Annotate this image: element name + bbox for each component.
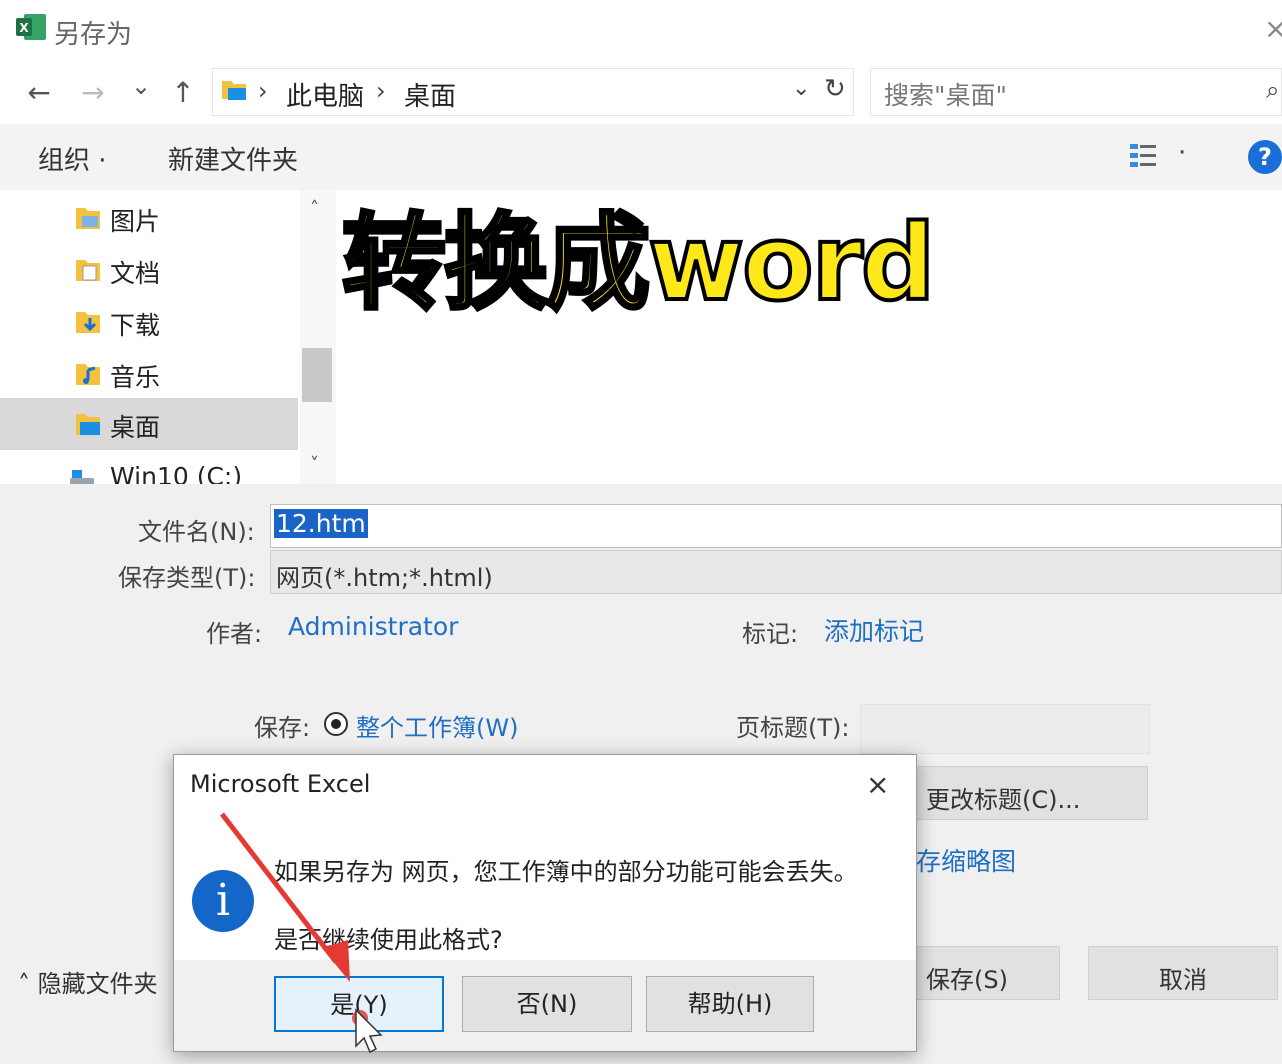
nav-item-label: 文档 — [110, 259, 161, 288]
nav-item-drive-c[interactable]: Win10 (C:) — [0, 452, 300, 484]
yes-button[interactable]: 是(Y) — [274, 976, 444, 1032]
navigation-pane: 图片 文档 下载 音乐 桌面 Win10 (C:) — [0, 190, 300, 484]
page-title-label: 页标题(T): — [736, 714, 850, 742]
nav-item-music[interactable]: 音乐 — [0, 348, 300, 400]
breadcrumb-desktop[interactable]: 桌面 — [404, 76, 456, 113]
nav-item-label: Win10 (C:) — [110, 462, 243, 484]
scroll-up-icon[interactable]: ˄ — [310, 198, 319, 219]
nav-item-downloads[interactable]: 下载 — [0, 296, 300, 348]
nav-item-pictures[interactable]: 图片 — [0, 192, 300, 244]
filetype-label: 保存类型(T): — [118, 564, 256, 592]
add-tags-link[interactable]: 添加标记 — [824, 612, 924, 648]
help-button[interactable]: 帮助(H) — [646, 976, 814, 1032]
music-icon — [76, 364, 100, 385]
drive-icon — [70, 470, 94, 484]
svg-text:X: X — [19, 21, 29, 35]
scroll-down-icon[interactable]: ˅ — [310, 454, 319, 475]
nav-item-documents[interactable]: 文档 — [0, 244, 300, 296]
save-button-label: 保存(S) — [926, 966, 1008, 994]
filename-input[interactable] — [270, 504, 1282, 548]
save-scope-label: 保存: — [254, 714, 311, 742]
scrollbar-thumb[interactable] — [302, 348, 332, 402]
breadcrumb-this-pc[interactable]: 此电脑 — [286, 76, 364, 113]
new-folder-button[interactable]: 新建文件夹 — [168, 140, 298, 177]
dialog-question: 是否继续使用此格式? — [274, 926, 503, 954]
search-placeholder: 搜索"桌面" — [884, 81, 1007, 110]
page-title-input[interactable] — [860, 704, 1150, 754]
change-title-label: 更改标题(C)... — [926, 786, 1081, 814]
desktop-folder-icon — [76, 414, 100, 435]
info-icon: i — [192, 870, 254, 932]
search-icon[interactable]: ⌕ — [1266, 76, 1279, 104]
hide-folders-button[interactable]: ˄ 隐藏文件夹 — [18, 964, 158, 999]
author-value[interactable]: Administrator — [288, 612, 458, 641]
forward-button[interactable]: → — [76, 76, 110, 109]
help-icon[interactable]: ? — [1248, 140, 1282, 174]
view-options-icon[interactable] — [1128, 140, 1162, 172]
nav-item-desktop[interactable]: 桌面 — [0, 398, 298, 450]
recent-locations-button[interactable]: ⌄ — [124, 72, 158, 100]
save-thumbnail-link[interactable]: 存缩略图 — [916, 842, 1016, 878]
no-button[interactable]: 否(N) — [462, 976, 632, 1032]
overlay-caption: 转换成word — [340, 200, 937, 326]
author-label: 作者: — [206, 620, 263, 648]
breadcrumb-separator: › — [376, 77, 386, 105]
dialog-message: 如果另存为 网页，您工作簿中的部分功能可能会丢失。 — [274, 858, 858, 886]
downloads-icon — [76, 312, 100, 333]
filetype-value: 网页(*.htm;*.html) — [276, 564, 493, 592]
nav-scrollbar[interactable] — [300, 190, 336, 484]
dialog-title: Microsoft Excel — [190, 770, 371, 798]
nav-item-label: 音乐 — [110, 363, 161, 392]
nav-item-label: 下载 — [110, 311, 161, 340]
dialog-close-icon[interactable]: × — [866, 768, 889, 801]
window-close-button[interactable]: × — [1264, 12, 1282, 45]
pictures-icon — [76, 208, 100, 229]
excel-app-icon: X — [16, 14, 46, 40]
breadcrumb-separator: › — [258, 77, 268, 105]
folder-icon — [222, 81, 246, 100]
up-button[interactable]: ↑ — [166, 76, 200, 109]
nav-item-label: 图片 — [110, 207, 161, 236]
view-dropdown-icon[interactable]: · — [1178, 138, 1186, 168]
nav-item-label: 桌面 — [110, 413, 161, 442]
cancel-button-label: 取消 — [1159, 966, 1207, 994]
window-title: 另存为 — [54, 20, 133, 50]
address-dropdown-icon[interactable]: ⌄ — [792, 76, 810, 101]
entire-workbook-option[interactable]: 整个工作簿(W) — [356, 708, 518, 743]
documents-icon — [76, 260, 100, 281]
back-button[interactable]: ← — [22, 76, 56, 109]
filename-value[interactable]: 12.htm — [274, 509, 368, 538]
organize-button[interactable]: 组织 · — [38, 140, 107, 177]
entire-workbook-radio[interactable] — [324, 712, 348, 736]
tags-label: 标记: — [742, 620, 799, 648]
filename-label: 文件名(N): — [138, 518, 255, 546]
title-bar — [0, 0, 1282, 62]
refresh-icon[interactable]: ↻ — [824, 74, 846, 104]
